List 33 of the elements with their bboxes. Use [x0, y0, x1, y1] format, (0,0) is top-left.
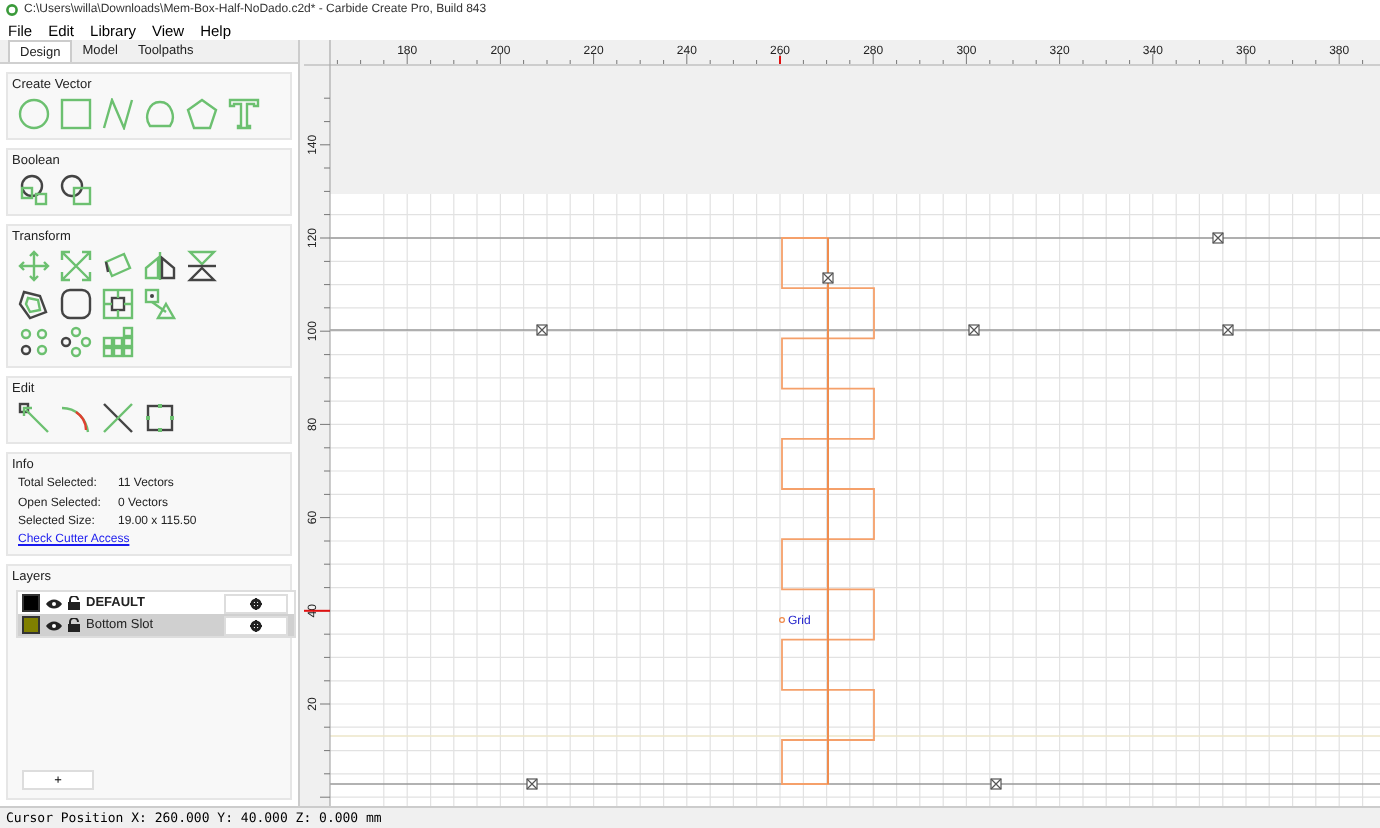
settings-icon[interactable] — [250, 619, 262, 631]
x-marker-icon — [536, 324, 548, 336]
mirror-icon[interactable] — [144, 250, 176, 282]
circle-array-icon[interactable] — [18, 326, 50, 358]
eye-icon[interactable] — [46, 619, 62, 631]
align-icon[interactable] — [102, 288, 134, 320]
rounded-rectangle-icon[interactable] — [60, 288, 92, 320]
layer-color-swatch[interactable] — [22, 594, 40, 612]
node-rectangle-icon[interactable] — [144, 402, 176, 434]
x-marker-icon — [822, 272, 834, 284]
flip-icon[interactable] — [186, 250, 218, 282]
lock-icon[interactable] — [68, 618, 80, 632]
eye-icon[interactable] — [46, 597, 62, 609]
node-edit-icon[interactable] — [18, 402, 50, 434]
cursor-marker — [779, 55, 781, 65]
rotate-icon[interactable] — [102, 250, 134, 282]
x-marker-icon — [968, 324, 980, 336]
fillet-icon[interactable] — [60, 402, 92, 434]
union-icon[interactable] — [18, 174, 50, 206]
origin-icon — [779, 617, 785, 623]
offset-icon[interactable] — [18, 288, 50, 320]
x-marker-icon — [990, 778, 1002, 790]
lock-icon[interactable] — [68, 596, 80, 610]
x-marker-icon — [1212, 232, 1224, 244]
x-marker-icon — [526, 778, 538, 790]
subtract-icon[interactable] — [60, 174, 92, 206]
trim-icon[interactable] — [102, 402, 134, 434]
x-marker-icon — [1222, 324, 1234, 336]
circle-pattern-icon[interactable] — [60, 326, 92, 358]
settings-icon[interactable] — [250, 597, 262, 609]
cursor-marker — [304, 609, 331, 612]
layer-color-swatch[interactable] — [22, 616, 40, 634]
app-icon — [6, 4, 18, 16]
